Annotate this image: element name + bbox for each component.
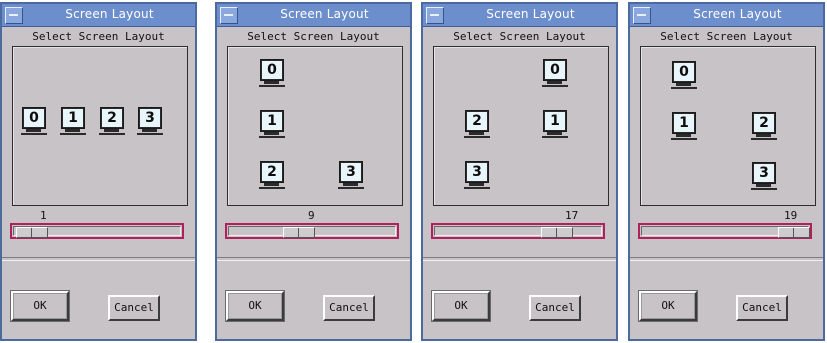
slider-value: 9 [308, 209, 315, 222]
screen-layout-dialog-1: Screen Layout Select Screen Layout 0 1 2… [0, 2, 197, 341]
layout-heading: Select Screen Layout [660, 30, 793, 43]
layout-preview-area: 0 1 2 3 [12, 46, 188, 206]
title-bar[interactable]: Screen Layout [423, 4, 616, 27]
monitor-number: 3 [754, 164, 774, 182]
screen-layout-dialog-2: Screen Layout Select Screen Layout 0 1 2… [215, 2, 412, 341]
window-menu-icon[interactable] [220, 7, 238, 24]
monitor-icon: 0 [671, 61, 697, 91]
monitor-number: 3 [341, 163, 361, 181]
window-title: Screen Layout [280, 7, 369, 21]
layout-heading: Select Screen Layout [247, 30, 380, 43]
monitor-number: 1 [545, 112, 565, 130]
monitor-icon: 1 [542, 110, 568, 140]
cancel-button[interactable]: Cancel [529, 295, 581, 321]
divider [2, 257, 195, 261]
monitor-icon: 2 [751, 112, 777, 142]
monitor-number: 1 [63, 109, 83, 127]
divider [630, 257, 823, 261]
slider-thumb[interactable] [778, 227, 810, 238]
monitor-number: 0 [674, 63, 694, 81]
monitor-icon: 1 [60, 107, 86, 137]
ok-button[interactable]: OK [432, 291, 490, 321]
window-title: Screen Layout [693, 7, 782, 21]
monitor-icon: 3 [751, 162, 777, 192]
layout-slider[interactable] [638, 223, 812, 239]
layout-heading: Select Screen Layout [453, 30, 586, 43]
layout-preview-area: 0 1 2 3 [227, 46, 403, 206]
cancel-button[interactable]: Cancel [323, 295, 375, 321]
monitor-icon: 2 [259, 161, 285, 191]
cancel-button[interactable]: Cancel [736, 295, 788, 321]
monitor-number: 0 [545, 61, 565, 79]
monitor-number: 3 [467, 163, 487, 181]
ok-label: OK [434, 293, 488, 319]
monitor-number: 1 [262, 112, 282, 130]
slider-thumb[interactable] [16, 227, 48, 238]
window-title: Screen Layout [65, 7, 154, 21]
monitor-number: 1 [674, 114, 694, 132]
layout-heading: Select Screen Layout [32, 30, 165, 43]
monitor-icon: 0 [21, 107, 47, 137]
ok-button[interactable]: OK [226, 291, 284, 321]
ok-label: OK [228, 293, 282, 319]
monitor-number: 2 [754, 114, 774, 132]
layout-slider[interactable] [431, 223, 605, 239]
ok-label: OK [13, 293, 67, 319]
ok-label: OK [641, 293, 695, 319]
monitor-icon: 3 [338, 161, 364, 191]
monitor-icon: 0 [259, 59, 285, 89]
title-bar[interactable]: Screen Layout [2, 4, 195, 27]
monitor-icon: 2 [99, 107, 125, 137]
divider [217, 257, 410, 261]
title-bar[interactable]: Screen Layout [630, 4, 823, 27]
monitor-number: 2 [467, 112, 487, 130]
slider-thumb[interactable] [283, 227, 315, 238]
layout-slider[interactable] [225, 223, 399, 239]
monitor-number: 2 [262, 163, 282, 181]
slider-value: 1 [40, 209, 47, 222]
window-title: Screen Layout [486, 7, 575, 21]
monitor-number: 2 [102, 109, 122, 127]
monitor-number: 0 [262, 61, 282, 79]
window-menu-icon[interactable] [426, 7, 444, 24]
monitor-number: 0 [24, 109, 44, 127]
monitor-icon: 1 [671, 112, 697, 142]
ok-button[interactable]: OK [11, 291, 69, 321]
monitor-icon: 3 [464, 161, 490, 191]
monitor-number: 3 [140, 109, 160, 127]
monitor-icon: 0 [542, 59, 568, 89]
monitor-icon: 2 [464, 110, 490, 140]
slider-value: 17 [565, 209, 579, 222]
window-menu-icon[interactable] [633, 7, 651, 24]
layout-slider[interactable] [10, 223, 184, 239]
window-menu-icon[interactable] [5, 7, 23, 24]
layout-preview-area: 0 1 2 3 [640, 46, 816, 206]
divider [423, 257, 616, 261]
screen-layout-dialog-4: Screen Layout Select Screen Layout 0 1 2… [628, 2, 825, 341]
title-bar[interactable]: Screen Layout [217, 4, 410, 27]
screen-layout-dialog-3: Screen Layout Select Screen Layout 0 1 2… [421, 2, 618, 341]
monitor-icon: 3 [137, 107, 163, 137]
monitor-icon: 1 [259, 110, 285, 140]
slider-value: 19 [784, 209, 798, 222]
cancel-button[interactable]: Cancel [108, 295, 160, 321]
slider-thumb[interactable] [541, 227, 573, 238]
ok-button[interactable]: OK [639, 291, 697, 321]
layout-preview-area: 0 1 2 3 [433, 46, 609, 206]
